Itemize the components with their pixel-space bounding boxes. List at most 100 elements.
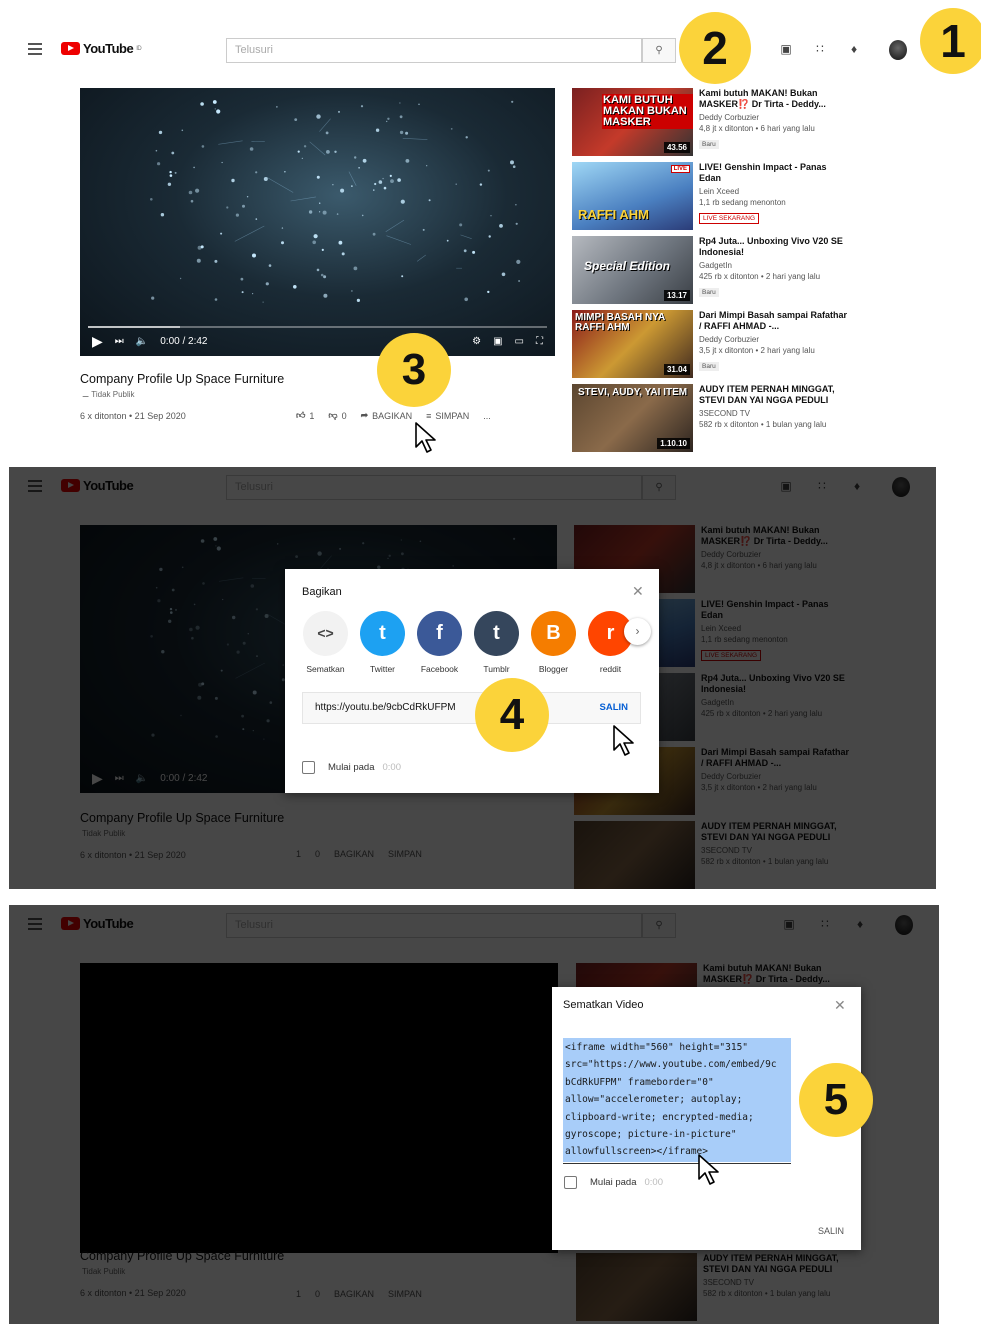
channel-name[interactable]: Lein Xceed [699, 187, 849, 196]
related-video-item[interactable]: MIMPI BASAH NYA RAFFI AHM 31.04 Dari Mim… [572, 310, 932, 384]
star-dot [326, 150, 330, 154]
search-button[interactable]: ⚲ [642, 38, 676, 63]
play-icon[interactable]: ▶ [92, 333, 103, 350]
channel-name[interactable]: Deddy Corbuzier [699, 335, 849, 344]
avatar[interactable] [889, 40, 907, 60]
share-option-label: reddit [599, 664, 622, 674]
star-dot [268, 264, 272, 267]
related-video-title[interactable]: Rp4 Juta... Unboxing Vivo V20 SE Indones… [699, 236, 849, 258]
embed-code-icon: <> [303, 611, 348, 656]
star-dot [455, 183, 457, 185]
star-dot [308, 210, 313, 214]
start-at-time[interactable]: 0:00 [382, 762, 401, 773]
related-video-item[interactable]: Special Edition 13.17 Rp4 Juta... Unboxi… [572, 236, 932, 310]
settings-icon[interactable]: ⚙ [472, 336, 481, 347]
menu-icon[interactable] [28, 43, 42, 55]
channel-name[interactable]: Deddy Corbuzier [699, 113, 849, 122]
star-dot [297, 150, 300, 153]
view-info: 582 rb x ditonton • 1 bulan yang lalu [699, 420, 827, 429]
miniplayer-icon[interactable]: ▣ [493, 336, 502, 347]
volume-icon[interactable]: 🔈 [136, 336, 148, 347]
star-dot [390, 179, 394, 183]
channel-name[interactable]: GadgetIn [699, 261, 849, 270]
video-thumbnail[interactable]: RAFFI AHM LIVE [572, 162, 693, 230]
youtube-logo[interactable]: YouTube ID [61, 41, 142, 56]
logo-text: YouTube [83, 41, 134, 56]
next-icon[interactable]: ⏭ [115, 336, 124, 347]
star-dot [490, 215, 492, 217]
chevron-right-icon[interactable]: › [624, 618, 651, 645]
related-video-title[interactable]: LIVE! Genshin Impact - Panas Edan [699, 162, 849, 184]
panel-step-2: YouTube Telusuri ⚲ ▣ ∷ ♦ ▶⏭🔈0:00 / 2:42 … [9, 467, 936, 889]
video-player[interactable]: ▶ ⏭ 🔈 0:00 / 2:42 ⚙ ▣ ▭ ⛶ [80, 88, 555, 356]
star-dot [428, 199, 431, 202]
start-at-label: Mulai pada 0:00 [590, 1177, 663, 1188]
theater-icon[interactable]: ▭ [515, 336, 524, 347]
dislike-button[interactable]: 👎︎ 0 [328, 410, 346, 421]
star-dot [325, 131, 329, 135]
share-reddit-button[interactable]: r reddit [588, 611, 633, 674]
share-facebook-button[interactable]: f Facebook [417, 611, 462, 674]
embed-code-textarea[interactable]: <iframe width="560" height="315" src="ht… [563, 1038, 791, 1162]
star-dot [235, 213, 239, 217]
star-dot [200, 102, 204, 106]
star-dot [336, 213, 339, 215]
star-dot [316, 175, 320, 179]
related-video-item[interactable]: STEVI, AUDY, YAI ITEM 1.10.10 AUDY ITEM … [572, 384, 932, 454]
save-button[interactable]: ≡ SIMPAN [426, 411, 469, 421]
apps-grid-icon[interactable]: ∷ [813, 42, 827, 56]
search-input[interactable]: Telusuri [226, 38, 642, 63]
share-twitter-button[interactable]: t Twitter [360, 611, 405, 674]
share-url-field[interactable]: https://youtu.be/9cbCdRkUFPM SALIN [302, 692, 641, 724]
fullscreen-icon[interactable]: ⛶ [536, 336, 543, 347]
more-actions-button[interactable]: ... [483, 411, 491, 421]
share-embed-button[interactable]: <> Sematkan [303, 611, 348, 674]
related-video-title[interactable]: Dari Mimpi Basah sampai Rafathar / RAFFI… [699, 310, 849, 332]
copy-embed-button[interactable]: SALIN [818, 1226, 844, 1236]
star-dot [338, 110, 340, 113]
notification-bell-icon[interactable]: ♦ [847, 42, 861, 56]
star-dot [196, 258, 201, 263]
related-video-item[interactable]: KAMI BUTUH MAKAN BUKAN MASKER 43.56 Kami… [572, 88, 932, 162]
star-dot [353, 266, 358, 271]
start-at-time[interactable]: 0:00 [644, 1177, 663, 1188]
share-options: <> Sematkan t Twitter f Facebook t Tumblr BB… [303, 611, 633, 674]
mouse-cursor-icon [415, 422, 436, 453]
video-thumbnail[interactable]: MIMPI BASAH NYA RAFFI AHM 31.04 [572, 310, 693, 378]
share-tumblr-button[interactable]: t Tumblr [474, 611, 519, 674]
channel-name[interactable]: 3SECOND TV [699, 409, 849, 418]
star-dot [214, 298, 218, 301]
related-video-title[interactable]: AUDY ITEM PERNAH MINGGAT, STEVI DAN YAI … [699, 384, 849, 406]
share-button[interactable]: ➦ BAGIKAN [361, 410, 413, 421]
video-thumbnail[interactable]: Special Edition 13.17 [572, 236, 693, 304]
star-dot [465, 136, 468, 139]
star-dot [487, 290, 490, 294]
video-thumbnail[interactable]: KAMI BUTUH MAKAN BUKAN MASKER 43.56 [572, 88, 693, 156]
dislike-count: 0 [341, 410, 347, 421]
view-info: 425 rb x ditonton • 2 hari yang lalu [699, 272, 821, 281]
video-thumbnail[interactable]: STEVI, AUDY, YAI ITEM 1.10.10 [572, 384, 693, 452]
close-icon[interactable]: ✕ [632, 583, 644, 600]
light-streak [348, 171, 357, 186]
like-button[interactable]: 👍︎ 1 [296, 410, 314, 421]
star-dot [240, 277, 244, 281]
like-count: 1 [309, 410, 315, 421]
star-dot [281, 227, 284, 229]
thumbs-down-icon: 👎︎ [328, 410, 338, 420]
related-video-item[interactable]: RAFFI AHM LIVE LIVE! Genshin Impact - Pa… [572, 162, 932, 236]
mouse-cursor-icon [698, 1154, 719, 1185]
star-dot [181, 129, 184, 132]
start-at-checkbox[interactable] [564, 1176, 577, 1189]
related-video-title[interactable]: Kami butuh MAKAN! Bukan MASKER⁉️ Dr Tirt… [699, 88, 849, 110]
star-dot [322, 210, 327, 215]
panel-step-3: YouTube Telusuri ⚲ ▣ ∷ ♦ Company Profile… [9, 905, 939, 1324]
start-at-label: Mulai pada 0:00 [328, 762, 401, 773]
start-at-checkbox[interactable] [302, 761, 315, 774]
light-streak [416, 254, 426, 262]
share-blogger-button[interactable]: B Blogger [531, 611, 576, 674]
star-dot [321, 248, 324, 251]
close-icon[interactable]: ✕ [834, 997, 846, 1014]
star-dot [193, 166, 195, 169]
copy-link-button[interactable]: SALIN [600, 702, 629, 713]
create-video-icon[interactable]: ▣ [779, 42, 793, 56]
